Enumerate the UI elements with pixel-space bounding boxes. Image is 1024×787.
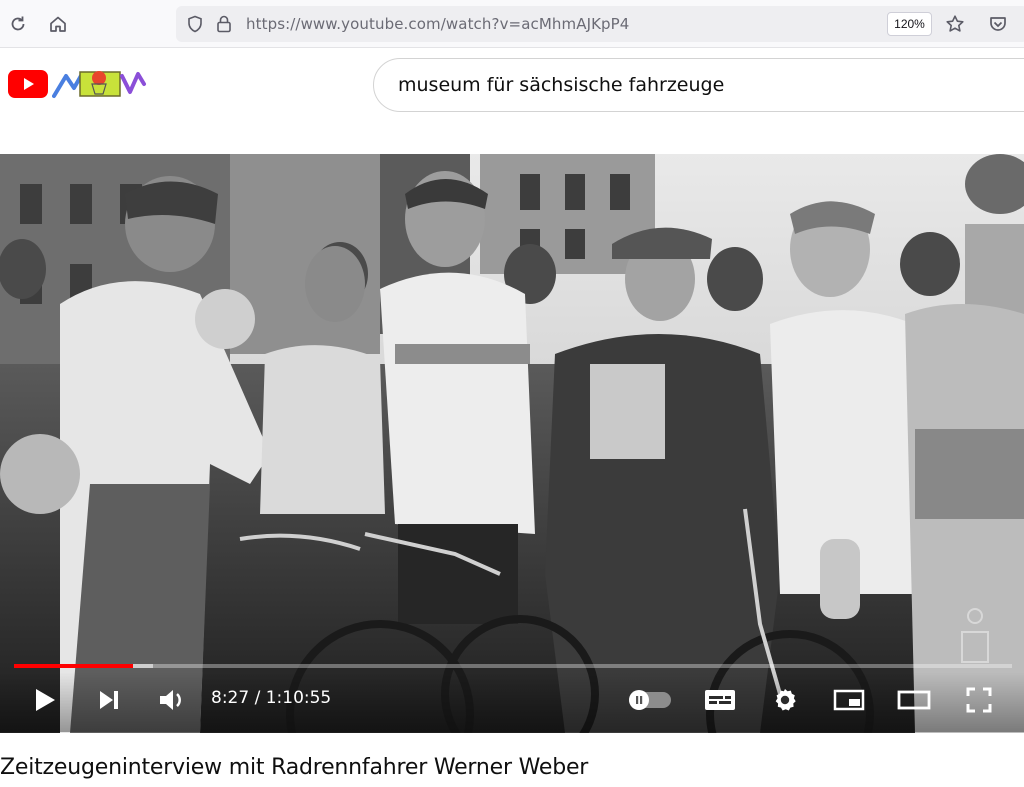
star-icon[interactable] [943, 12, 967, 36]
video-frame-image [0, 154, 1024, 733]
lock-icon[interactable] [216, 14, 232, 39]
play-icon[interactable] [30, 682, 60, 718]
progress-bar[interactable] [14, 664, 1012, 668]
pocket-icon[interactable] [986, 12, 1010, 36]
gear-icon[interactable] [768, 682, 802, 718]
fullscreen-icon[interactable] [962, 682, 996, 718]
video-title: Zeitzeugeninterview mit Radrennfahrer We… [0, 755, 589, 780]
time-display: 8:27 / 1:10:55 [211, 688, 332, 708]
progress-played [14, 664, 133, 668]
search-query-text[interactable]: museum für sächsische fahrzeuge [398, 74, 724, 96]
miniplayer-icon[interactable] [831, 682, 867, 718]
youtube-logo-icon[interactable] [8, 70, 48, 98]
browser-toolbar: https://www.youtube.com/watch?v=acMhmAJK… [0, 0, 1024, 48]
home-icon[interactable] [46, 12, 70, 36]
autoplay-toggle[interactable] [627, 682, 673, 718]
theater-icon[interactable] [895, 682, 933, 718]
zoom-level-badge[interactable]: 120% [887, 12, 932, 36]
next-icon[interactable] [94, 682, 124, 718]
youtube-doodle-logo[interactable] [52, 62, 150, 102]
shield-icon[interactable] [186, 15, 204, 38]
player-controls: 8:27 / 1:10:55 [0, 672, 1024, 732]
url-text[interactable]: https://www.youtube.com/watch?v=acMhmAJK… [246, 15, 629, 33]
video-player[interactable] [0, 154, 1024, 733]
volume-icon[interactable] [155, 682, 189, 718]
reload-icon[interactable] [6, 12, 30, 36]
search-input[interactable]: museum für sächsische fahrzeuge [373, 58, 1024, 112]
subtitles-icon[interactable] [702, 682, 738, 718]
youtube-header: museum für sächsische fahrzeuge [0, 48, 1024, 154]
